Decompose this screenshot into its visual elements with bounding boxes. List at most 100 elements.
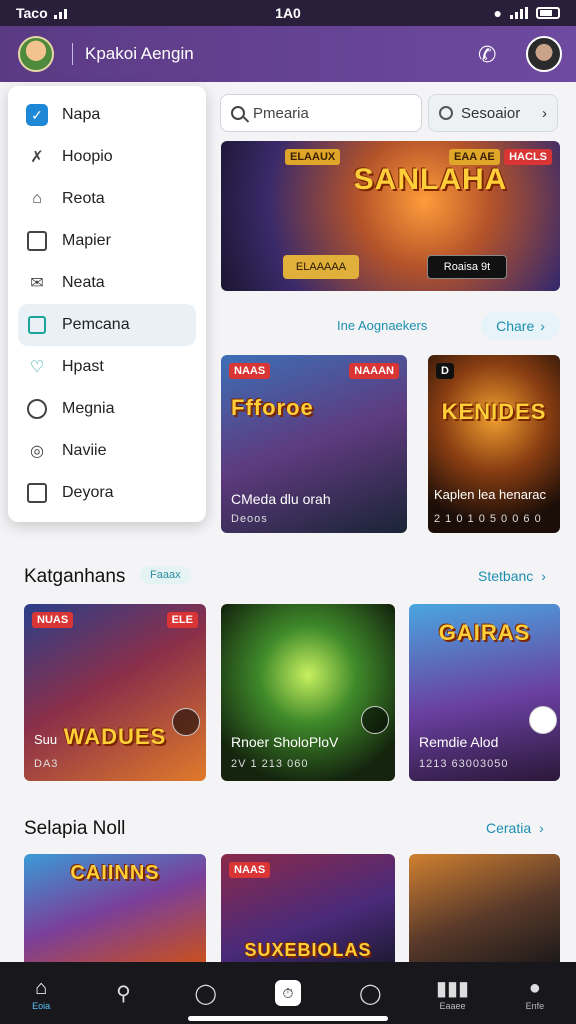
document-icon	[26, 314, 48, 336]
nav-item-profile[interactable]: ● Enfe	[505, 968, 565, 1018]
drawer-item-hoopio[interactable]: ✗ Hoopio	[18, 136, 196, 178]
nav-item-compass[interactable]: ◯	[176, 968, 236, 1018]
card-logo: Ffforoe	[231, 395, 314, 420]
nav-label: Eaaee	[439, 1001, 466, 1011]
search-input[interactable]: Pmearia	[220, 94, 422, 132]
game-card[interactable]	[409, 854, 560, 962]
profile-avatar[interactable]	[526, 36, 562, 72]
check-square-icon: ✓	[26, 104, 48, 126]
navigation-drawer: ✓ Napa ✗ Hoopio ⌂ Reota Mapier ✉ Neata P…	[8, 86, 206, 522]
nav-item-search[interactable]: ⚲	[93, 968, 153, 1018]
card-badge: D	[436, 363, 454, 379]
signal-icon	[53, 7, 67, 19]
window-icon	[26, 482, 48, 504]
activity-icon: ◯	[359, 982, 382, 1005]
hero-button-right[interactable]: Roaisa 9t	[427, 255, 507, 279]
drawer-item-napa[interactable]: ✓ Napa	[18, 94, 196, 136]
search-icon	[231, 106, 245, 120]
game-card[interactable]: CAIINNS	[24, 854, 206, 962]
target-icon: ◎	[30, 443, 44, 460]
drawer-item-label: Hpast	[62, 358, 104, 375]
search-placeholder: Pmearia	[253, 104, 309, 122]
card-title: Rnoer SholoPloV	[231, 734, 339, 750]
card-badge: NAAS	[229, 862, 271, 878]
nav-item-home[interactable]: ⌂ Eoia	[11, 968, 71, 1018]
card-subtitle: DA3	[34, 758, 59, 770]
card-badge-secondary: ELE	[166, 612, 198, 628]
chevron-right-icon: ›	[540, 318, 545, 334]
play-button[interactable]	[172, 708, 200, 736]
section-title: Selapia Noll	[24, 818, 126, 839]
status-right: ●	[494, 5, 560, 21]
card-logo: GAIRAS	[438, 620, 531, 645]
drawer-item-label: Napa	[62, 106, 101, 123]
avatar[interactable]	[18, 36, 54, 72]
game-card[interactable]: GAIRAS Remdie Alod 1213 63003050	[409, 604, 560, 781]
drawer-item-neata[interactable]: ✉ Neata	[18, 262, 196, 304]
tools-icon: ✗	[30, 149, 44, 166]
drawer-item-megnia[interactable]: Megnia	[18, 388, 196, 430]
drawer-item-label: Naviie	[62, 442, 107, 459]
card-logo: KENIDES	[441, 399, 547, 424]
status-left: Taco	[16, 5, 67, 21]
game-card[interactable]: NAAS NAAAN Ffforoe CMeda dlu orah Deoos	[221, 355, 407, 533]
wifi-icon: ●	[493, 5, 502, 21]
calendar-icon	[26, 230, 48, 252]
card-title: Kaplen lea henarac	[434, 487, 547, 502]
search-icon: ⚲	[116, 982, 131, 1005]
drawer-item-reota[interactable]: ⌂ Reota	[18, 178, 196, 220]
section-action-label: Chare	[496, 318, 535, 334]
game-card[interactable]: D KENIDES Kaplen lea henarac 2 1 0 1 0 5…	[428, 355, 560, 533]
drawer-item-deyora[interactable]: Deyora	[18, 472, 196, 514]
card-title: Remdie Alod	[419, 734, 499, 750]
section-tag: Faaax	[140, 566, 191, 584]
game-card[interactable]: NAAS SUXEBIOLAS	[221, 854, 395, 962]
home-outline-icon: ⌂	[32, 190, 42, 207]
hero-button-left[interactable]: ELAAAAA	[283, 255, 359, 279]
filter-chip-label: Sesoaior	[461, 104, 521, 122]
card-title: CMeda dlu orah	[231, 491, 331, 507]
filter-icon	[439, 106, 453, 120]
card-logo: CAIINNS	[70, 862, 160, 884]
compass-icon: ◯	[194, 982, 217, 1005]
chevron-right-icon: ›	[541, 568, 546, 584]
clock-label: 1A0	[275, 5, 301, 21]
status-bar: Taco 1A0 ●	[0, 0, 576, 26]
drawer-item-label: Hoopio	[62, 148, 113, 165]
drawer-item-label: Megnia	[62, 400, 115, 417]
drawer-item-label: Neata	[62, 274, 105, 291]
drawer-item-pemcana[interactable]: Pemcana	[18, 304, 196, 346]
app-title: Kpakoi Aengin	[85, 44, 194, 63]
home-icon: ⌂	[35, 976, 48, 999]
play-button[interactable]	[529, 706, 557, 734]
hero-banner[interactable]: ELAAUX EAA AE HACLS SANLAHA ELAAAAA Roai…	[221, 141, 560, 291]
cell-signal-icon	[510, 7, 528, 19]
see-all-label: Stetbanc	[478, 568, 534, 584]
section-action-button[interactable]: Chare ›	[481, 312, 560, 340]
drawer-item-mapier[interactable]: Mapier	[18, 220, 196, 262]
filter-chip[interactable]: Sesoaior ›	[428, 94, 558, 132]
battery-icon	[536, 7, 560, 19]
drawer-item-label: Deyora	[62, 484, 114, 501]
drawer-item-label: Mapier	[62, 232, 111, 249]
clock-icon: ⏱	[274, 980, 301, 1006]
phone-icon[interactable]: ✆	[478, 42, 504, 68]
card-badge: NUAS	[32, 612, 74, 628]
drawer-item-hpast[interactable]: ♡ Hpast	[18, 346, 196, 388]
see-all-link[interactable]: Stetbanc ›	[478, 568, 546, 584]
card-subtitle: 2 1 0 1 0 5 0 0 6 0	[434, 513, 542, 525]
carrier-label: Taco	[16, 5, 48, 21]
nav-item-library[interactable]: ▮▮▮ Eaaee	[423, 968, 483, 1018]
nav-item-clock[interactable]: ⏱	[258, 968, 318, 1018]
divider	[72, 43, 73, 65]
card-subtitle: 1213 63003050	[419, 758, 509, 770]
nav-item-activity[interactable]: ◯	[340, 968, 400, 1018]
game-card[interactable]: NUAS ELE WADUES Suu DA3	[24, 604, 206, 781]
section-subtitle: Ine Aognaekers	[337, 318, 428, 333]
drawer-item-naviie[interactable]: ◎ Naviie	[18, 430, 196, 472]
heart-icon: ♡	[29, 359, 45, 376]
nav-label: Eoia	[32, 1001, 51, 1011]
game-card[interactable]: Rnoer SholoPloV 2V 1 213 060	[221, 604, 395, 781]
see-all-link[interactable]: Ceratia ›	[486, 820, 544, 836]
play-button[interactable]	[361, 706, 389, 734]
